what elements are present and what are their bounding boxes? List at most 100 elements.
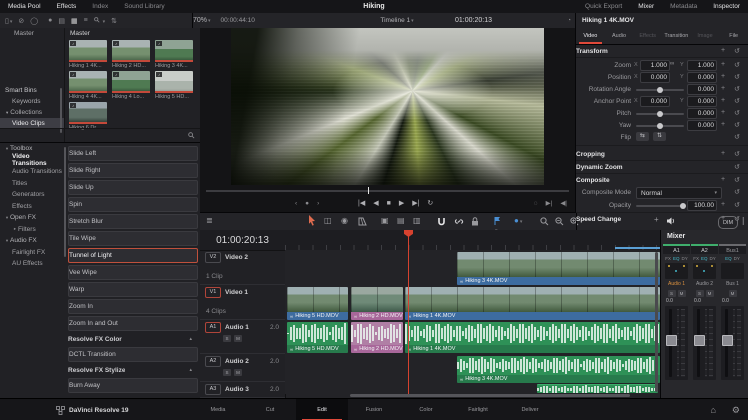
timeline-horizontal-scrollbar[interactable]	[350, 394, 630, 397]
timeline-clip[interactable]: ∞ Hiking 2 HD.MOV	[351, 287, 403, 320]
goto-out-icon[interactable]: ▶|	[546, 199, 553, 207]
timeline-clip[interactable]: ∞ Hiking 3 4K.MOV	[457, 356, 660, 383]
mute-button[interactable]: M	[706, 290, 714, 297]
goto-in-icon[interactable]: ◀|	[560, 199, 567, 207]
link-clips-icon[interactable]	[454, 217, 464, 226]
solo-button[interactable]: S	[223, 335, 231, 342]
playhead-line[interactable]	[408, 230, 409, 394]
media-clip[interactable]: ♪ Hiking 3 4K...	[155, 40, 198, 69]
mixer-channel-tab[interactable]: A2	[691, 244, 718, 254]
viewer-scrubber[interactable]	[200, 187, 575, 194]
transition-item[interactable]: Tunnel of Light	[68, 248, 198, 263]
page-tab[interactable]: Media	[192, 399, 244, 420]
media-clip[interactable]: ♪ Hiking 4 Lo...	[112, 71, 155, 100]
timeline-name-select[interactable]: Timeline 1	[337, 17, 457, 24]
volume-fader[interactable]	[693, 306, 716, 380]
effects-category[interactable]: Effects	[0, 201, 64, 213]
timeline-clip[interactable]	[537, 384, 658, 393]
anchor-y-field[interactable]: 0.000	[687, 96, 717, 107]
transition-item[interactable]: Slide Up	[68, 180, 198, 195]
media-clip[interactable]: ♪ Hiking 2 HD...	[112, 40, 155, 69]
mute-button[interactable]: M	[234, 369, 242, 376]
razor-icon[interactable]	[358, 217, 367, 226]
topbar-button[interactable]: Metadata	[662, 0, 705, 13]
keyframe-icon[interactable]: +	[721, 47, 725, 54]
fader-handle[interactable]	[666, 335, 677, 346]
transition-item[interactable]: Zoom In and Out	[68, 316, 198, 331]
yaw-slider[interactable]	[636, 125, 684, 127]
effects-category[interactable]: Generators	[0, 189, 64, 201]
opacity-slider[interactable]	[636, 205, 684, 207]
media-clip[interactable]: ♪ Hiking 4 4K...	[69, 71, 112, 100]
media-clip[interactable]: ♪ Hiking 5 HD...	[155, 71, 198, 100]
power-bins-icon[interactable]: ⊘	[18, 17, 24, 25]
settings-gear-icon[interactable]: ⚙	[732, 405, 740, 416]
transition-item[interactable]: Stretch Blur	[68, 214, 198, 229]
transition-item[interactable]: Tile Wipe	[68, 231, 198, 246]
timeline-clip[interactable]: ∞ Hiking 5 HD.MOV	[287, 322, 348, 353]
transition-item[interactable]: Warp	[68, 282, 198, 297]
reset-icon[interactable]: ↺	[734, 47, 740, 55]
transform-section-header[interactable]: Transform + ↺	[576, 45, 748, 58]
flip-vertical-button[interactable]: ⇅	[653, 132, 666, 141]
mute-button[interactable]: M	[729, 290, 737, 297]
inspector-tab[interactable]: Image	[691, 28, 720, 44]
page-tab[interactable]: Edit	[296, 399, 348, 420]
jog-control[interactable]: ‹●›	[295, 200, 319, 207]
topbar-button[interactable]: Inspector	[705, 0, 748, 13]
next-clip-icon[interactable]: ▶|	[412, 199, 419, 207]
mixer-channel-tab[interactable]: Bus1	[719, 244, 746, 254]
record-icon[interactable]: ●	[48, 17, 52, 24]
viewer-zoom-select[interactable]: 70%	[193, 17, 211, 24]
track-id-badge[interactable]: V1	[205, 287, 221, 298]
sort-icon[interactable]: ⇅	[111, 17, 117, 25]
inspector-tab[interactable]: Audio	[605, 28, 634, 44]
transition-item[interactable]: Burn Away	[68, 378, 198, 393]
track-header[interactable]: A2 Audio 2 2.0 S M	[200, 354, 285, 382]
track-header[interactable]: V1 Video 1 4 Clips	[200, 285, 285, 320]
effects-scrollbar[interactable]	[64, 147, 66, 257]
effects-category[interactable]: AU Effects	[0, 258, 64, 270]
inspector-tab[interactable]: Transition	[662, 28, 691, 44]
insert-clip-icon[interactable]: ▣	[381, 216, 389, 225]
snapping-icon[interactable]	[437, 217, 446, 226]
overwrite-clip-icon[interactable]: ▤	[397, 216, 405, 225]
timeline-clip[interactable]: ∞ Hiking 1 4K.MOV	[405, 287, 660, 320]
link-xy-icon[interactable]: ∞	[670, 61, 674, 67]
timeline-clip[interactable]: ∞ Hiking 5 HD.MOV	[287, 287, 348, 320]
pan-control[interactable]	[665, 263, 688, 279]
position-x-field[interactable]: 0.000	[640, 72, 670, 83]
composite-mode-select[interactable]: Normal▾	[636, 187, 722, 199]
transition-item[interactable]: Vee Wipe	[68, 265, 198, 280]
effects-category[interactable]: Audio Transitions	[0, 166, 64, 178]
topbar-button[interactable]: Quick Export	[577, 0, 630, 13]
dynamic-zoom-section-header[interactable]: Dynamic Zoom ↺	[576, 161, 748, 174]
inspector-tab[interactable]: Video	[576, 28, 605, 44]
track-header[interactable]: V2 Video 2 1 Clip	[200, 250, 285, 285]
scrubber-playhead[interactable]	[368, 187, 369, 194]
effects-category[interactable]: Video Transitions	[0, 155, 64, 167]
pitch-field[interactable]: 0.000	[687, 108, 717, 119]
grid-view-icon[interactable]: ▦	[71, 17, 78, 25]
bin-collections[interactable]: ▾Collections	[0, 107, 64, 118]
project-manager-icon[interactable]: ⌂	[710, 405, 715, 415]
effects-category[interactable]: Titles	[0, 178, 64, 190]
position-y-field[interactable]: 0.000	[687, 72, 717, 83]
thumbnail-view-icon[interactable]: ▤	[58, 17, 65, 25]
solo-button[interactable]: S	[223, 369, 231, 376]
mute-button[interactable]: M	[678, 290, 686, 297]
media-clip[interactable]: ♪ Hiking 1 4K...	[69, 40, 112, 69]
page-tab[interactable]: Cut	[244, 399, 296, 420]
track-id-badge[interactable]: V2	[205, 252, 221, 263]
transition-item[interactable]: Resolve FX Color	[68, 333, 198, 345]
bin-view-icon[interactable]: ▯	[5, 17, 12, 25]
selection-tool-icon[interactable]	[308, 215, 316, 226]
page-tab[interactable]: Color	[400, 399, 452, 420]
timeline-clip[interactable]: ∞ Hiking 3 4K.MOV	[457, 252, 660, 285]
timeline-vertical-scrollbar[interactable]	[655, 252, 658, 392]
pan-control[interactable]	[721, 263, 744, 279]
stop-icon[interactable]: ■	[387, 200, 391, 207]
trim-edit-icon[interactable]: ◫	[324, 216, 332, 225]
rotation-slider[interactable]	[636, 89, 684, 91]
topbar-button[interactable]: Media Pool	[0, 0, 49, 13]
